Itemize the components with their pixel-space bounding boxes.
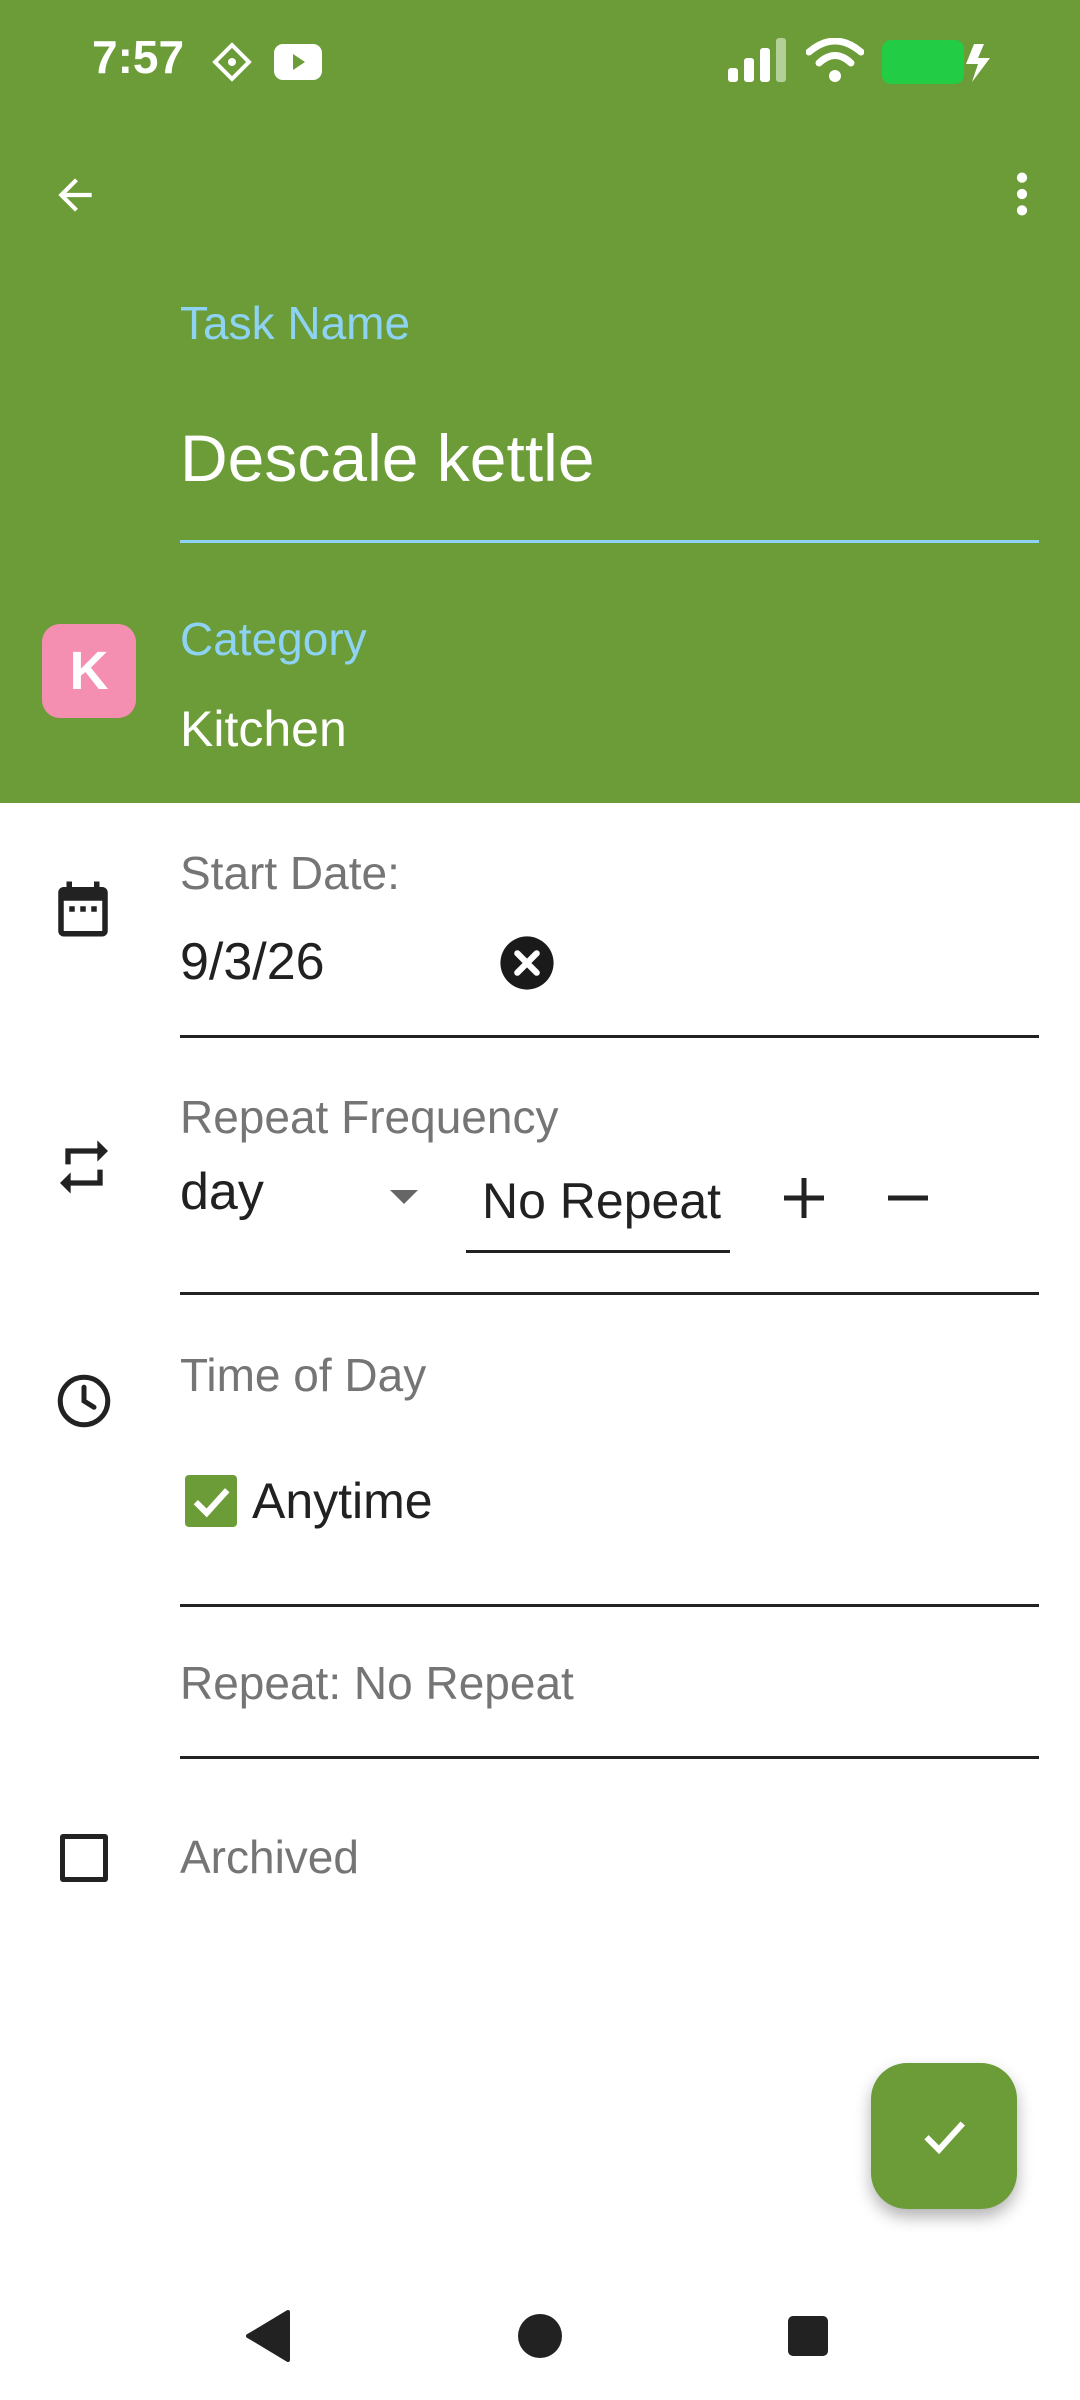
check-icon <box>193 1488 230 1518</box>
task-name-field[interactable]: Descale kettle <box>180 420 595 496</box>
task-name-underline <box>180 540 1039 543</box>
calendar-icon <box>58 881 108 937</box>
task-name-label: Task Name <box>180 297 411 349</box>
status-time: 7:57 <box>92 31 185 83</box>
check-icon <box>924 2121 965 2155</box>
start-date-value[interactable]: 9/3/26 <box>180 932 325 992</box>
clear-icon[interactable] <box>498 934 556 992</box>
wifi-icon <box>806 38 864 82</box>
youtube-icon <box>274 44 322 80</box>
repeat-value-text: No Repeat <box>482 1173 722 1229</box>
category-value[interactable]: Kitchen <box>180 700 347 758</box>
time-of-day-divider <box>180 1604 1039 1607</box>
start-date-label: Start Date: <box>180 847 400 899</box>
more-vert-icon[interactable] <box>1000 166 1044 222</box>
time-of-day-label: Time of Day <box>180 1349 427 1401</box>
repeat-icon <box>60 1140 108 1194</box>
start-date-divider <box>180 1035 1039 1038</box>
repeat-value-field[interactable]: No Repeat <box>466 1168 730 1253</box>
repeat-frequency-divider <box>180 1292 1039 1295</box>
minus-icon[interactable] <box>886 1176 930 1220</box>
anytime-checkbox[interactable] <box>185 1475 237 1527</box>
nav-recents-icon[interactable] <box>786 2314 830 2358</box>
repeat-summary: Repeat: No Repeat <box>180 1657 574 1709</box>
dropdown-icon <box>390 1190 418 1204</box>
plus-icon[interactable] <box>782 1176 826 1220</box>
frequency-unit-value: day <box>180 1163 264 1221</box>
repeat-frequency-label: Repeat Frequency <box>180 1091 559 1143</box>
anytime-label: Anytime <box>252 1473 433 1529</box>
save-fab-button[interactable] <box>871 2063 1017 2209</box>
battery-icon <box>882 40 990 84</box>
archived-label: Archived <box>180 1831 359 1883</box>
back-arrow-icon[interactable] <box>50 170 100 220</box>
category-label: Category <box>180 613 367 665</box>
category-avatar[interactable]: K <box>42 624 136 718</box>
archived-checkbox[interactable] <box>60 1834 108 1882</box>
frequency-unit-dropdown[interactable]: day <box>180 1162 430 1242</box>
nav-home-icon[interactable] <box>516 2312 564 2360</box>
status-bar: 7:57 <box>0 0 1080 122</box>
repeat-summary-divider <box>180 1756 1039 1759</box>
clock-icon <box>57 1374 111 1428</box>
signal-icon <box>728 38 786 82</box>
app-header: 7:57 Task Name Descale kettle K Category… <box>0 0 1080 803</box>
nav-back-icon[interactable] <box>244 2310 292 2362</box>
app-notification-icon <box>212 42 252 82</box>
